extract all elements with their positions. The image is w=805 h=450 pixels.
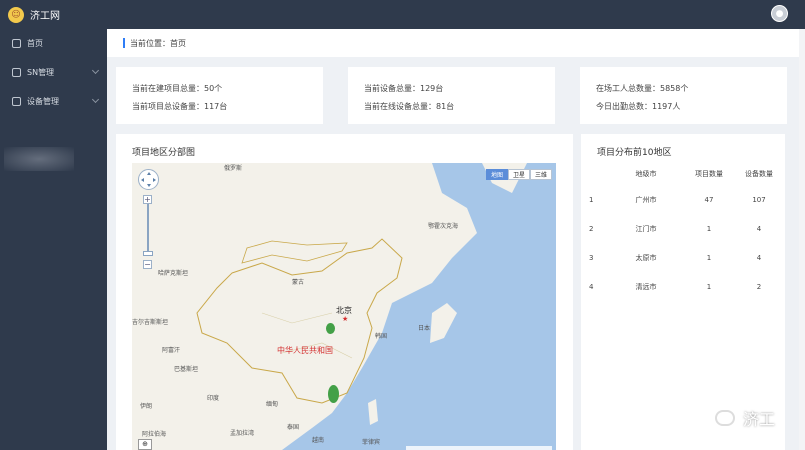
map-label-bay-of-bengal: 孟加拉湾: [230, 430, 255, 437]
project-count-cell: 1: [706, 253, 712, 262]
table-row[interactable]: 1 广州市 47 107: [581, 185, 785, 214]
column-header-devices: 设备数量: [745, 170, 773, 178]
attendance-today: 今日出勤总数：1197人: [596, 102, 681, 111]
device-count-cell: 4: [756, 224, 762, 233]
chevron-down-icon: [91, 95, 100, 104]
sidebar-item-label: 首页: [27, 39, 43, 48]
table-row[interactable]: 3 太原市 1 4: [581, 243, 785, 272]
wechat-icon: [714, 410, 735, 426]
wechat-watermark: 济工: [714, 406, 775, 430]
project-count-cell: 1: [706, 282, 712, 291]
devices-total: 当前设备总量：129台: [364, 84, 444, 93]
breadcrumb-current[interactable]: 首页: [170, 38, 186, 49]
top-regions-table: 地级市 项目数量 设备数量 1 广州市 47 107 2 江门市 1 4 3 太…: [581, 163, 785, 301]
table-row[interactable]: 4 清远市 1 2: [581, 272, 785, 301]
user-avatar-button[interactable]: ●: [771, 5, 788, 22]
map-label-iran: 伊朗: [140, 403, 153, 410]
map-copyright-bar: [406, 446, 552, 450]
zoom-slider-track[interactable]: [147, 204, 149, 256]
table-header-row: 地级市 项目数量 设备数量: [581, 163, 785, 185]
map-type-satellite[interactable]: 卫星: [507, 169, 530, 180]
sidebar: 首页 SN管理 设备管理: [0, 29, 107, 450]
device-count-cell: 4: [756, 253, 762, 262]
zoom-slider-handle[interactable]: [143, 251, 153, 256]
home-icon: [12, 68, 21, 77]
rank-cell: 3: [589, 253, 594, 262]
breadcrumb: 当前位置： 首页: [107, 29, 799, 57]
map-panel-title: 项目地区分部图: [132, 148, 196, 158]
watermark-text: 济工: [742, 410, 775, 429]
map-label-okhotsk-sea: 鄂霍次克海: [428, 223, 459, 230]
sidebar-item-device-management[interactable]: 设备管理: [0, 87, 107, 116]
page-scrollbar[interactable]: [799, 29, 805, 450]
city-cell: 太原市: [635, 253, 657, 262]
map-label-china: 中华人民共和国: [277, 346, 333, 355]
project-devices-total: 当前项目总设备量：117台: [132, 102, 228, 111]
map-label-korea: 韩国: [375, 333, 388, 340]
device-stats-card: 当前设备总量：129台 当前在线设备总量：81台: [348, 67, 555, 124]
blurred-sidebar-item: [4, 147, 74, 171]
zoom-in-button[interactable]: +: [143, 195, 152, 204]
project-count-cell: 1: [706, 224, 712, 233]
map-label-india: 印度: [207, 395, 220, 402]
zoom-out-button[interactable]: −: [143, 260, 152, 269]
map-type-3d[interactable]: 三维: [529, 169, 552, 180]
column-header-projects: 项目数量: [695, 170, 723, 178]
app-title: 济工网: [30, 11, 60, 22]
map-label-kyrgyzstan: 吉尔吉斯斯坦: [132, 319, 169, 326]
rank-cell: 1: [589, 195, 594, 204]
map-label-mongolia: 蒙古: [292, 279, 305, 286]
project-stats-card: 当前在建项目总量：50个 当前项目总设备量：117台: [116, 67, 323, 124]
map-label-japan: 日本: [418, 325, 431, 332]
project-count-cell: 47: [704, 195, 714, 204]
city-cell: 清远市: [635, 282, 657, 291]
project-marker[interactable]: [328, 385, 339, 403]
project-map[interactable]: 俄罗斯 哈萨克斯坦 蒙古 吉尔吉斯斯坦 阿富汗 巴基斯坦 印度 缅甸 泰国 越南…: [132, 163, 556, 450]
workers-on-site: 在场工人总数量：5858个: [596, 84, 689, 93]
map-type-switcher: 地图 卫星 三维: [485, 169, 552, 180]
device-icon: [12, 97, 21, 106]
sidebar-item-home[interactable]: 首页: [0, 29, 107, 58]
projects-under-construction: 当前在建项目总量：50个: [132, 84, 223, 93]
map-label-myanmar: 缅甸: [266, 401, 279, 408]
column-header-rank: [581, 163, 601, 185]
column-header-city: 地级市: [635, 170, 657, 178]
devices-online: 当前在线设备总量：81台: [364, 102, 455, 111]
map-label-philippines: 菲律宾: [362, 439, 381, 446]
worker-stats-card: 在场工人总数量：5858个 今日出勤总数：1197人: [580, 67, 787, 124]
city-cell: 江门市: [635, 224, 657, 233]
map-label-thailand: 泰国: [287, 424, 300, 431]
sidebar-item-label: SN管理: [27, 68, 55, 77]
breadcrumb-accent: [123, 38, 125, 48]
chevron-down-icon: [91, 66, 100, 75]
top-regions-title: 项目分布前10地区: [597, 148, 672, 158]
map-pan-control[interactable]: [138, 169, 159, 190]
rank-cell: 2: [589, 224, 594, 233]
device-count-cell: 107: [752, 195, 766, 204]
map-label-afghanistan: 阿富汗: [162, 347, 181, 354]
map-label-kazakhstan: 哈萨克斯坦: [158, 270, 189, 277]
device-count-cell: 2: [756, 282, 762, 291]
breadcrumb-prefix: 当前位置：: [130, 38, 170, 48]
map-label-arabian-sea: 阿拉伯海: [142, 431, 167, 438]
top-bar: ☺ 济工网 ●: [0, 0, 805, 29]
rank-cell: 4: [589, 282, 594, 291]
app-logo: ☺: [8, 6, 24, 23]
table-row[interactable]: 2 江门市 1 4: [581, 214, 785, 243]
map-overview-toggle[interactable]: ⊕: [138, 439, 152, 450]
map-label-pakistan: 巴基斯坦: [174, 366, 199, 373]
map-type-standard[interactable]: 地图: [485, 169, 508, 180]
map-label-vietnam: 越南: [312, 437, 325, 444]
display-icon: [12, 39, 21, 48]
sidebar-item-label: 设备管理: [27, 97, 59, 106]
capital-star-icon: ★: [342, 315, 349, 323]
sidebar-item-sn-management[interactable]: SN管理: [0, 58, 107, 87]
project-marker[interactable]: [326, 323, 335, 334]
city-cell: 广州市: [635, 195, 657, 204]
map-label-russia: 俄罗斯: [224, 165, 243, 172]
